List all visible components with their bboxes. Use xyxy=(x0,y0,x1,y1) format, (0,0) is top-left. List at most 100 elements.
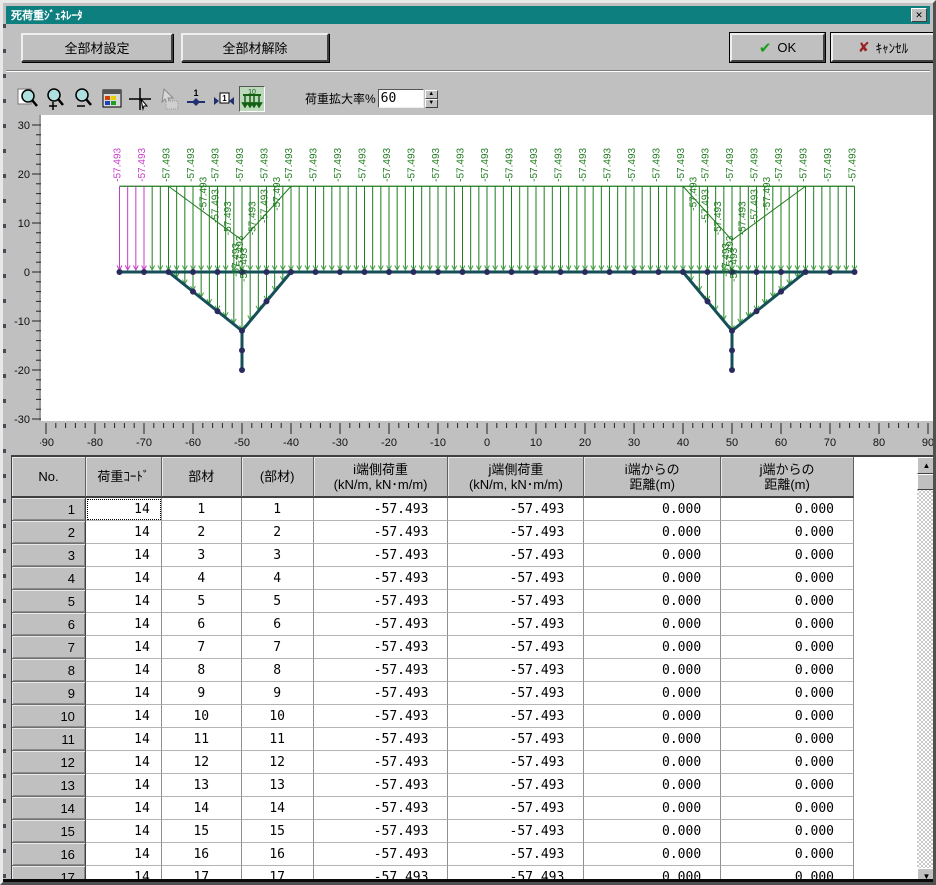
table-cell[interactable]: 14 xyxy=(86,544,162,567)
table-cell[interactable]: 0.000 xyxy=(584,590,721,613)
table-vertical-scrollbar[interactable]: ▲ ▼ xyxy=(917,455,936,885)
distributed-load-active-icon[interactable]: 10 xyxy=(239,86,265,112)
table-cell[interactable]: 0.000 xyxy=(584,682,721,705)
table-cell[interactable]: 0.000 xyxy=(584,843,721,866)
table-cell[interactable]: 0.000 xyxy=(584,544,721,567)
table-cell[interactable]: 4 xyxy=(162,567,242,590)
table-cell[interactable]: 0.000 xyxy=(584,866,721,885)
zoom-out-icon[interactable] xyxy=(71,86,97,112)
table-cell[interactable]: 0.000 xyxy=(721,866,854,885)
row-number-cell[interactable]: 10 xyxy=(12,705,86,728)
table-cell[interactable]: -57.493 xyxy=(448,498,584,521)
table-cell[interactable]: 1 xyxy=(242,498,314,521)
table-cell[interactable]: 8 xyxy=(162,659,242,682)
ok-button[interactable]: ✔ OK xyxy=(730,33,825,62)
table-cell[interactable]: 14 xyxy=(86,498,162,521)
table-cell[interactable]: 3 xyxy=(162,544,242,567)
row-number-cell[interactable]: 11 xyxy=(12,728,86,751)
table-cell[interactable]: 10 xyxy=(242,705,314,728)
table-cell[interactable]: 15 xyxy=(242,820,314,843)
table-cell[interactable]: -57.493 xyxy=(448,751,584,774)
table-cell[interactable]: 17 xyxy=(242,866,314,885)
table-cell[interactable]: -57.493 xyxy=(448,521,584,544)
table-cell[interactable]: 12 xyxy=(242,751,314,774)
table-cell[interactable]: 14 xyxy=(86,843,162,866)
table-cell[interactable]: 14 xyxy=(86,797,162,820)
row-number-cell[interactable]: 13 xyxy=(12,774,86,797)
table-cell[interactable]: 0.000 xyxy=(584,797,721,820)
table-cell[interactable]: -57.493 xyxy=(314,567,449,590)
table-cell[interactable]: 0.000 xyxy=(721,659,854,682)
row-number-cell[interactable]: 3 xyxy=(12,544,86,567)
table-cell[interactable]: 0.000 xyxy=(721,498,854,521)
table-cell[interactable]: -57.493 xyxy=(314,751,449,774)
table-cell[interactable]: -57.493 xyxy=(314,728,449,751)
display-settings-icon[interactable] xyxy=(99,86,125,112)
table-cell[interactable]: 15 xyxy=(162,820,242,843)
table-cell[interactable]: 9 xyxy=(162,682,242,705)
load-diagram-chart[interactable]: -30-20-100102030-90-80-70-60-50-40-30-20… xyxy=(3,115,936,455)
table-cell[interactable]: 0.000 xyxy=(584,498,721,521)
table-cell[interactable]: 5 xyxy=(242,590,314,613)
table-cell[interactable]: -57.493 xyxy=(314,498,449,521)
table-cell[interactable]: -57.493 xyxy=(314,590,449,613)
table-cell[interactable]: 9 xyxy=(242,682,314,705)
table-cell[interactable]: -57.493 xyxy=(448,728,584,751)
row-number-cell[interactable]: 7 xyxy=(12,636,86,659)
table-cell[interactable]: 0.000 xyxy=(721,636,854,659)
table-cell[interactable]: -57.493 xyxy=(314,774,449,797)
table-cell[interactable]: 17 xyxy=(162,866,242,885)
row-number-cell[interactable]: 16 xyxy=(12,843,86,866)
table-cell[interactable]: 0.000 xyxy=(584,751,721,774)
table-cell[interactable]: 0.000 xyxy=(721,843,854,866)
zoom-in-icon[interactable] xyxy=(43,86,69,112)
table-cell[interactable]: -57.493 xyxy=(314,636,449,659)
table-cell[interactable]: 11 xyxy=(162,728,242,751)
table-cell[interactable]: 0.000 xyxy=(584,521,721,544)
table-cell[interactable]: 14 xyxy=(86,705,162,728)
scroll-up-icon[interactable]: ▲ xyxy=(917,457,936,474)
spin-up-icon[interactable]: ▲ xyxy=(425,90,438,99)
table-cell[interactable]: 0.000 xyxy=(721,705,854,728)
table-cell[interactable]: -57.493 xyxy=(314,613,449,636)
table-cell[interactable]: 14 xyxy=(86,682,162,705)
table-cell[interactable]: -57.493 xyxy=(448,613,584,636)
table-cell[interactable]: -57.493 xyxy=(314,843,449,866)
table-cell[interactable]: 14 xyxy=(86,567,162,590)
table-cell[interactable]: -57.493 xyxy=(448,774,584,797)
table-cell[interactable]: 0.000 xyxy=(721,774,854,797)
table-cell[interactable]: -57.493 xyxy=(448,820,584,843)
table-cell[interactable]: 14 xyxy=(86,521,162,544)
row-number-cell[interactable]: 4 xyxy=(12,567,86,590)
table-cell[interactable]: -57.493 xyxy=(314,705,449,728)
table-cell[interactable]: 6 xyxy=(162,613,242,636)
crosshair-pick-icon[interactable] xyxy=(127,86,153,112)
table-cell[interactable]: 0.000 xyxy=(721,728,854,751)
table-cell[interactable]: 0.000 xyxy=(584,636,721,659)
table-cell[interactable]: 0.000 xyxy=(721,797,854,820)
table-cell[interactable]: 16 xyxy=(162,843,242,866)
row-number-cell[interactable]: 2 xyxy=(12,521,86,544)
table-cell[interactable]: -57.493 xyxy=(448,843,584,866)
table-cell[interactable]: 5 xyxy=(162,590,242,613)
table-cell[interactable]: 0.000 xyxy=(721,613,854,636)
scrollbar-thumb[interactable] xyxy=(917,474,936,490)
table-cell[interactable]: 14 xyxy=(86,866,162,885)
table-cell[interactable]: 0.000 xyxy=(584,567,721,590)
table-cell[interactable]: 14 xyxy=(86,751,162,774)
table-cell[interactable]: 2 xyxy=(242,521,314,544)
spin-down-icon[interactable]: ▼ xyxy=(425,99,438,108)
row-number-cell[interactable]: 15 xyxy=(12,820,86,843)
table-cell[interactable]: 7 xyxy=(242,636,314,659)
load-scale-input[interactable] xyxy=(378,89,424,108)
table-cell[interactable]: -57.493 xyxy=(448,705,584,728)
table-cell[interactable]: -57.493 xyxy=(448,590,584,613)
table-cell[interactable]: 0.000 xyxy=(584,820,721,843)
set-all-members-button[interactable]: 全部材設定 xyxy=(21,33,173,62)
table-cell[interactable]: 8 xyxy=(242,659,314,682)
scroll-down-icon[interactable]: ▼ xyxy=(917,868,936,885)
table-cell[interactable]: -57.493 xyxy=(448,636,584,659)
clear-all-members-button[interactable]: 全部材解除 xyxy=(181,33,329,62)
table-cell[interactable]: 11 xyxy=(242,728,314,751)
table-cell[interactable]: 2 xyxy=(162,521,242,544)
